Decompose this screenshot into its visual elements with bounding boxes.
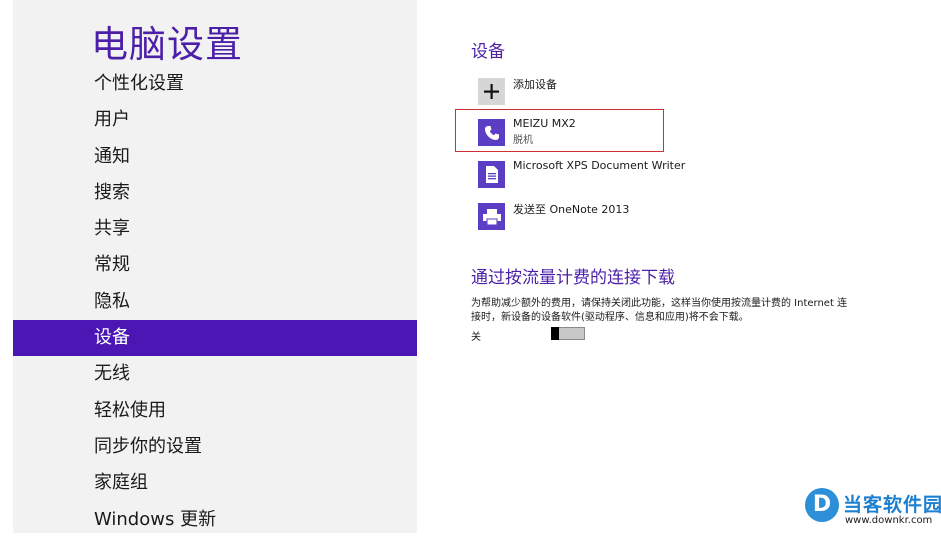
nav-item-general[interactable]: 常规: [13, 247, 417, 283]
device-item-meizu-mx2[interactable]: MEIZU MX2 脱机: [478, 117, 738, 149]
metered-download-title: 通过按流量计费的连接下载: [471, 268, 675, 288]
printer-icon: [478, 203, 505, 230]
nav-item-sync-settings[interactable]: 同步你的设置: [13, 429, 417, 465]
nav-item-search[interactable]: 搜索: [13, 175, 417, 211]
devices-pane: 设备 添加设备 MEIZU MX2 脱机 Microsoft XPS Docum…: [417, 0, 941, 533]
settings-nav: 个性化设置 用户 通知 搜索 共享 常规 隐私 设备 无线 轻松使用 同步你的设…: [13, 66, 417, 538]
device-name: MEIZU MX2: [513, 117, 576, 130]
device-name: 发送至 OneNote 2013: [513, 203, 630, 216]
phone-icon: [478, 119, 505, 146]
device-status: 脱机: [513, 135, 533, 146]
devices-section-title: 设备: [471, 42, 505, 62]
add-device-button[interactable]: 添加设备: [478, 78, 738, 108]
nav-item-windows-update[interactable]: Windows 更新: [13, 502, 417, 538]
watermark-url: www.downkr.com: [845, 515, 933, 526]
nav-item-ease-of-access[interactable]: 轻松使用: [13, 393, 417, 429]
watermark: D 当客软件园 www.downkr.com: [805, 488, 941, 533]
device-item-xps-writer[interactable]: Microsoft XPS Document Writer: [478, 159, 738, 191]
nav-item-notifications[interactable]: 通知: [13, 139, 417, 175]
nav-item-privacy[interactable]: 隐私: [13, 284, 417, 320]
nav-item-users[interactable]: 用户: [13, 102, 417, 138]
metered-download-toggle[interactable]: [551, 327, 585, 340]
watermark-logo-icon: D: [805, 488, 839, 522]
watermark-title: 当客软件园: [843, 494, 941, 516]
nav-item-share[interactable]: 共享: [13, 211, 417, 247]
device-name: Microsoft XPS Document Writer: [513, 159, 686, 172]
sidebar: 电脑设置 个性化设置 用户 通知 搜索 共享 常规 隐私 设备 无线 轻松使用 …: [13, 0, 417, 533]
nav-item-personalize[interactable]: 个性化设置: [13, 66, 417, 102]
nav-item-wireless[interactable]: 无线: [13, 356, 417, 392]
page-title: 电脑设置: [91, 23, 243, 66]
device-item-onenote[interactable]: 发送至 OneNote 2013: [478, 203, 738, 233]
nav-item-devices[interactable]: 设备: [13, 320, 417, 357]
toggle-thumb: [551, 327, 559, 340]
plus-icon: [478, 78, 505, 105]
metered-download-description: 为帮助减少额外的费用，请保持关闭此功能，这样当你使用按流量计费的 Interne…: [471, 298, 848, 323]
nav-item-homegroup[interactable]: 家庭组: [13, 465, 417, 501]
add-device-label: 添加设备: [513, 78, 557, 91]
document-printer-icon: [478, 161, 505, 188]
toggle-state-label: 关: [471, 332, 481, 343]
